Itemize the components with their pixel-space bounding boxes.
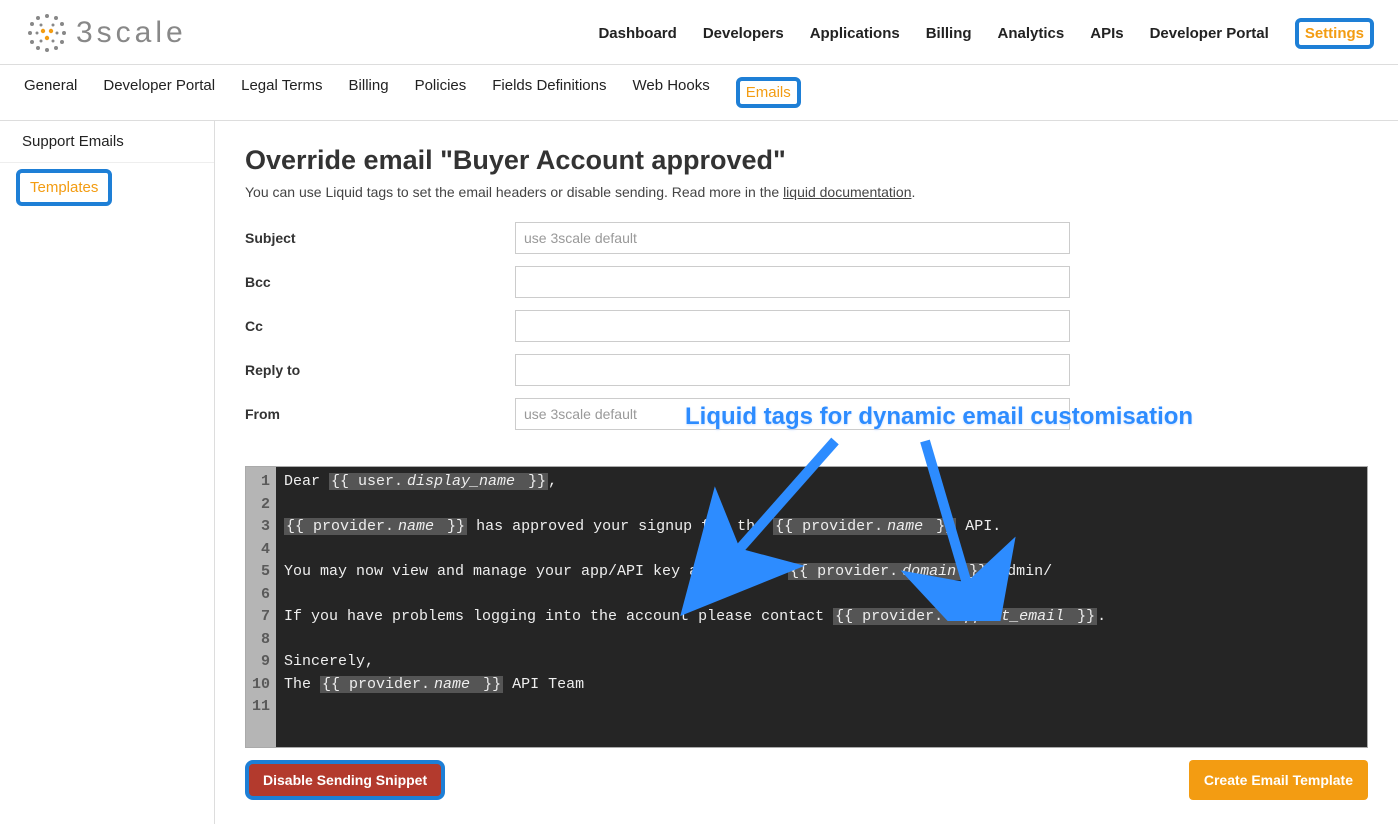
disable-sending-button[interactable]: Disable Sending Snippet (245, 760, 445, 800)
nav-billing[interactable]: Billing (926, 25, 972, 42)
editor-code[interactable]: Dear {{ user.display_name }}, {{ provider… (276, 467, 1367, 747)
nav-developers[interactable]: Developers (703, 25, 784, 42)
cc-input[interactable] (515, 310, 1070, 342)
nav-dashboard[interactable]: Dashboard (598, 25, 676, 42)
subnav-legal-terms[interactable]: Legal Terms (241, 77, 322, 108)
liquid-doc-link[interactable]: liquid documentation (783, 184, 911, 200)
main-content: Override email "Buyer Account approved" … (215, 121, 1398, 824)
nav-analytics[interactable]: Analytics (998, 25, 1065, 42)
from-input[interactable] (515, 398, 1070, 430)
code-line: The {{ provider.name }} API Team (284, 674, 1359, 697)
page-desc-suffix: . (911, 184, 915, 200)
reply-to-input[interactable] (515, 354, 1070, 386)
create-template-button[interactable]: Create Email Template (1189, 760, 1368, 800)
nav-applications[interactable]: Applications (810, 25, 900, 42)
cc-label: Cc (245, 318, 515, 334)
code-line (284, 494, 1359, 517)
code-line: If you have problems logging into the ac… (284, 606, 1359, 629)
page-description: You can use Liquid tags to set the email… (245, 184, 1368, 200)
logo-text: 3scale (76, 16, 187, 50)
code-line (284, 629, 1359, 652)
main-nav: Dashboard Developers Applications Billing An… (598, 18, 1374, 49)
bcc-label: Bcc (245, 274, 515, 290)
subnav-billing[interactable]: Billing (349, 77, 389, 108)
sidebar-support-emails[interactable]: Support Emails (0, 121, 214, 163)
editor-gutter: 1234567891011 (246, 467, 276, 747)
sub-nav: General Developer Portal Legal Terms Billin… (0, 65, 1398, 121)
code-line: You may now view and manage your app/API… (284, 561, 1359, 584)
subject-input[interactable] (515, 222, 1070, 254)
code-line: Sincerely, (284, 651, 1359, 674)
header: 3scale Dashboard Developers Applications Bi… (0, 0, 1398, 65)
reply-to-label: Reply to (245, 362, 515, 378)
code-line: {{ provider.name }} has approved your si… (284, 516, 1359, 539)
bcc-input[interactable] (515, 266, 1070, 298)
code-editor[interactable]: 1234567891011 Dear {{ user.display_name … (245, 466, 1368, 748)
code-line: Dear {{ user.display_name }}, (284, 471, 1359, 494)
from-label: From (245, 406, 515, 422)
subnav-policies[interactable]: Policies (415, 77, 467, 108)
subnav-general[interactable]: General (24, 77, 77, 108)
logo: 3scale (24, 10, 187, 56)
code-line (284, 696, 1359, 719)
nav-developer-portal[interactable]: Developer Portal (1150, 25, 1269, 42)
sidebar: Support Emails Templates (0, 121, 215, 824)
sidebar-templates[interactable]: Templates (16, 169, 112, 206)
nav-apis[interactable]: APIs (1090, 25, 1123, 42)
subnav-web-hooks[interactable]: Web Hooks (632, 77, 709, 108)
page-desc-prefix: You can use Liquid tags to set the email… (245, 184, 783, 200)
subnav-fields-definitions[interactable]: Fields Definitions (492, 77, 606, 108)
logo-icon (24, 10, 70, 56)
page-title: Override email "Buyer Account approved" (245, 145, 1368, 176)
code-line (284, 584, 1359, 607)
subnav-emails[interactable]: Emails (736, 77, 801, 108)
code-line (284, 539, 1359, 562)
subject-label: Subject (245, 230, 515, 246)
subnav-developer-portal[interactable]: Developer Portal (103, 77, 215, 108)
nav-settings[interactable]: Settings (1295, 18, 1374, 49)
